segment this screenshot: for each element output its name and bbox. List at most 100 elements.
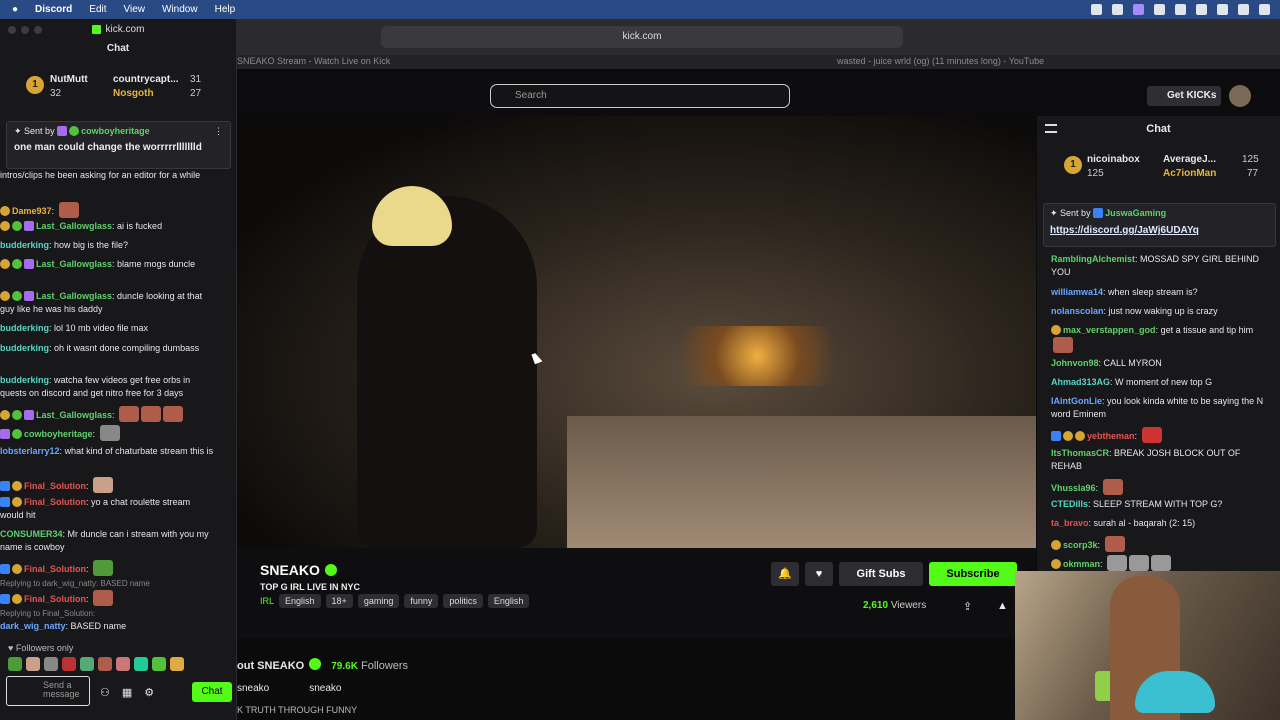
emote-icon[interactable]	[98, 657, 112, 671]
window-titlebar: kick.com	[0, 19, 236, 39]
notify-bell-button[interactable]: 🔔	[771, 562, 799, 586]
search-input[interactable]: Search	[490, 84, 790, 108]
site-header: Search Get KICKs	[237, 69, 1280, 123]
pinned-link[interactable]: https://discord.gg/JaWj6UDAYq	[1050, 225, 1269, 236]
more-icon[interactable]: ⋮	[214, 126, 223, 137]
tag[interactable]: gaming	[357, 594, 400, 608]
category-link[interactable]: IRL	[260, 594, 274, 608]
gift-subs-button[interactable]: Gift Subs	[839, 562, 923, 586]
report-icon[interactable]: ▲	[997, 600, 1008, 612]
chat-message: Last_Gallowglass:	[0, 406, 214, 422]
chat-message: dark_wig_natty: BASED name	[0, 621, 127, 631]
emote-icon[interactable]	[26, 657, 40, 671]
menu-view[interactable]: View	[124, 4, 146, 15]
chat-message: lobsterlarry12: what kind of chaturbate …	[0, 446, 214, 456]
webcam-frame	[1135, 671, 1215, 713]
emote-icon[interactable]	[134, 657, 148, 671]
pinned-user[interactable]: JuswaGaming	[1105, 208, 1166, 218]
viewer-count: 2,610 Viewers	[863, 600, 927, 611]
tray-icon[interactable]	[1091, 4, 1102, 15]
gifter-count: 27	[190, 88, 202, 99]
avatar[interactable]	[1229, 85, 1251, 107]
chat-send-button[interactable]: Chat	[192, 682, 232, 702]
follow-heart-button[interactable]: ♥	[805, 562, 833, 586]
right-chat-panel: Chat 1 nicoinabox 125 AverageJ... 125 Ac…	[1037, 116, 1280, 571]
sent-by-label: Sent by	[24, 126, 55, 136]
rank-badge-icon: 1	[26, 76, 44, 94]
apple-icon[interactable]: ●	[12, 4, 18, 15]
siri-icon[interactable]	[1259, 4, 1270, 15]
gifter-count: 77	[1247, 168, 1259, 179]
social-link[interactable]: sneako	[237, 683, 269, 694]
tab-sneako[interactable]: SNEAKO Stream - Watch Live on Kick	[237, 56, 390, 66]
control-center-icon[interactable]	[1238, 4, 1249, 15]
tab-youtube[interactable]: wasted - juice wrld (og) (11 minutes lon…	[837, 56, 1044, 66]
store-icon[interactable]: ▦	[122, 686, 132, 699]
bluetooth-icon[interactable]	[1217, 4, 1228, 15]
emote-icon[interactable]	[116, 657, 130, 671]
top-gifters: 1 nicoinabox 125 AverageJ... 125 Ac7ionM…	[1037, 152, 1280, 192]
status-tray	[1091, 0, 1270, 19]
chat-message: ta_bravo: surah al - baqarah (2: 15)	[1051, 518, 1196, 528]
pinned-message[interactable]: ✦ Sent by JuswaGaming https://discord.gg…	[1043, 203, 1276, 247]
chat-message: Last_Gallowglass: duncle looking at that…	[0, 291, 203, 314]
gifter-count: 31	[190, 74, 202, 85]
about-section: out SNEAKO 79.6K Followers sneako sneako K…	[237, 648, 1036, 720]
share-icon[interactable]: ⇪	[963, 600, 972, 613]
tag[interactable]: funny	[404, 594, 439, 608]
chat-message: Vhussla96:	[1051, 479, 1271, 495]
gifter-name[interactable]: nicoinabox	[1087, 154, 1140, 165]
emote-icon[interactable]	[8, 657, 22, 671]
menu-edit[interactable]: Edit	[89, 4, 106, 15]
gifter-name[interactable]: countrycapt...	[113, 74, 179, 85]
emote-icon[interactable]	[170, 657, 184, 671]
tag-list: IRL English 18+ gaming funny politics En…	[260, 594, 530, 608]
chat-message: Final_Solution:	[0, 560, 214, 576]
video-frame	[357, 196, 537, 548]
tray-icon[interactable]	[1154, 4, 1165, 15]
chat-message: ItsThomasCR: BREAK JOSH BLOCK OUT OF REH…	[1051, 448, 1241, 471]
chat-message: yebtheman:	[1051, 427, 1271, 443]
verified-icon	[324, 564, 337, 576]
address-bar[interactable]: kick.com	[381, 26, 903, 48]
pinned-user[interactable]: cowboyheritage	[81, 126, 150, 136]
chat-message: okmman:	[1051, 555, 1271, 571]
tag[interactable]: English	[487, 594, 530, 608]
video-player[interactable]	[237, 116, 1036, 548]
menu-window[interactable]: Window	[162, 4, 198, 15]
get-kicks-button[interactable]: Get KICKs	[1147, 86, 1221, 106]
window-controls[interactable]	[8, 26, 42, 34]
gear-icon[interactable]: ⚙	[144, 686, 154, 699]
gifter-name[interactable]: Nosgoth	[113, 88, 154, 99]
tag[interactable]: politics	[443, 594, 483, 608]
gifter-count: 32	[50, 88, 62, 99]
gifter-name[interactable]: AverageJ...	[1163, 154, 1216, 165]
tag[interactable]: English	[279, 594, 321, 608]
top-gifters: 1 NutMutt 32 countrycapt... 31 Nosgoth 2…	[0, 61, 236, 101]
emote-icon[interactable]	[80, 657, 94, 671]
pinned-message[interactable]: ✦ Sent by cowboyheritage ⋮ one man could …	[6, 121, 231, 169]
tray-icon[interactable]	[1112, 4, 1123, 15]
kick-logo-icon	[91, 24, 101, 34]
gifter-name[interactable]: Ac7ionMan	[1163, 168, 1216, 179]
emote-icon[interactable]	[62, 657, 76, 671]
streamer-name[interactable]: SNEAKO	[260, 562, 337, 578]
emoji-icon[interactable]: ⚇	[100, 686, 110, 699]
chat-message: Final_Solution:	[0, 590, 214, 606]
emote-icon[interactable]	[44, 657, 58, 671]
gifter-name[interactable]: NutMutt	[50, 74, 88, 85]
chat-message: Dame937:	[0, 202, 214, 218]
subscribe-button[interactable]: Subscribe	[929, 562, 1017, 586]
collapse-chat-icon[interactable]	[1045, 124, 1057, 133]
tag[interactable]: 18+	[325, 594, 353, 608]
chat-message: budderking: oh it wasnt done compiling d…	[0, 343, 200, 353]
about-title: out SNEAKO 79.6K Followers	[237, 658, 409, 672]
chat-input[interactable]: Send a message	[6, 676, 90, 706]
wifi-icon[interactable]	[1175, 4, 1186, 15]
search-icon[interactable]	[1196, 4, 1207, 15]
tray-icon[interactable]	[1133, 4, 1144, 15]
menu-app-name[interactable]: Discord	[35, 4, 72, 15]
menu-help[interactable]: Help	[215, 4, 236, 15]
emote-icon[interactable]	[152, 657, 166, 671]
discord-link[interactable]: sneako	[309, 683, 341, 694]
